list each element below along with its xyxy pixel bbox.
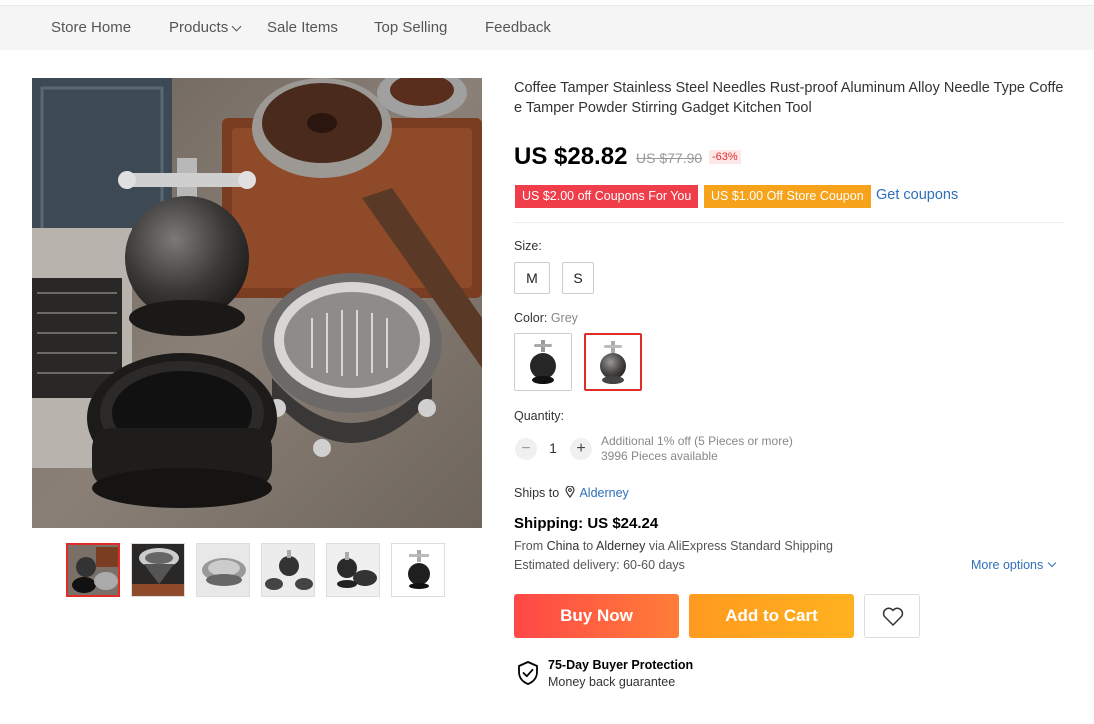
thumbnail-1[interactable]: [66, 543, 120, 597]
nav-sale-items[interactable]: Sale Items: [267, 19, 338, 36]
quantity-note: Additional 1% off (5 Pieces or more) 399…: [601, 434, 793, 464]
thumbnail-6[interactable]: [391, 543, 445, 597]
thumbnail-2[interactable]: [131, 543, 185, 597]
divider: [514, 222, 1064, 223]
color-label-text: Color:: [514, 311, 548, 325]
store-nav: Store Home Products Sale Items Top Selli…: [0, 6, 1094, 50]
ships-to-label: Ships to: [514, 486, 560, 500]
color-selected-value: Grey: [550, 311, 578, 325]
from-country: China: [546, 539, 580, 553]
color-option-black[interactable]: [514, 333, 572, 391]
more-options-link[interactable]: More options: [971, 558, 1057, 572]
main-product-image[interactable]: [32, 78, 482, 528]
quantity-minus-button[interactable]: −: [515, 438, 537, 460]
more-options-label: More options: [971, 558, 1044, 572]
nav-feedback[interactable]: Feedback: [485, 19, 551, 36]
shield-check-icon: [518, 661, 538, 685]
shipping-route: From China to Alderney via AliExpress St…: [514, 539, 833, 553]
nav-products[interactable]: Products: [169, 19, 242, 36]
size-option-s[interactable]: S: [562, 262, 594, 294]
chevron-down-icon: [231, 21, 242, 32]
shipping-cost: Shipping: US $24.24: [514, 515, 659, 532]
nav-store-home[interactable]: Store Home: [51, 19, 131, 36]
stock-available: 3996 Pieces available: [601, 449, 718, 463]
add-to-cart-button[interactable]: Add to Cart: [689, 594, 854, 638]
current-price: US $28.82: [514, 143, 628, 170]
get-coupons-link[interactable]: Get coupons: [876, 187, 958, 203]
coupon-for-you[interactable]: US $2.00 off Coupons For You: [515, 185, 699, 208]
color-option-grey[interactable]: [584, 333, 642, 391]
quantity-label: Quantity:: [514, 409, 565, 423]
ships-to-location[interactable]: Alderney: [579, 486, 628, 500]
buyer-protection-subtitle: Money back guarantee: [548, 675, 676, 689]
buy-now-button[interactable]: Buy Now: [514, 594, 679, 638]
ships-to: Ships to Alderney: [514, 485, 629, 500]
color-label: Color: Grey: [514, 311, 578, 325]
wishlist-button[interactable]: [864, 594, 920, 638]
heart-icon: [882, 607, 904, 626]
buyer-protection-title: 75-Day Buyer Protection: [548, 658, 694, 672]
quantity-plus-button[interactable]: +: [570, 438, 592, 460]
location-pin-icon: [563, 485, 577, 500]
bulk-discount-note: Additional 1% off (5 Pieces or more): [601, 434, 793, 448]
thumbnail-5[interactable]: [326, 543, 380, 597]
store-coupon[interactable]: US $1.00 Off Store Coupon: [704, 185, 871, 208]
thumbnail-4[interactable]: [261, 543, 315, 597]
size-option-m[interactable]: M: [514, 262, 550, 294]
nav-top-selling[interactable]: Top Selling: [374, 19, 447, 36]
thumbnail-3[interactable]: [196, 543, 250, 597]
original-price: US $77.90: [636, 150, 703, 166]
nav-products-label: Products: [169, 19, 229, 36]
discount-badge: -63%: [709, 150, 741, 164]
estimated-delivery: Estimated delivery: 60-60 days: [514, 558, 685, 572]
from-prefix: From: [514, 539, 544, 553]
to-word: to: [582, 539, 594, 553]
chevron-down-icon: [1048, 558, 1057, 568]
product-title: Coffee Tamper Stainless Steel Needles Ru…: [514, 80, 1064, 116]
shipping-method: via AliExpress Standard Shipping: [648, 539, 834, 553]
quantity-value[interactable]: 1: [544, 440, 562, 456]
to-country: Alderney: [596, 539, 646, 553]
size-label: Size:: [514, 239, 542, 253]
